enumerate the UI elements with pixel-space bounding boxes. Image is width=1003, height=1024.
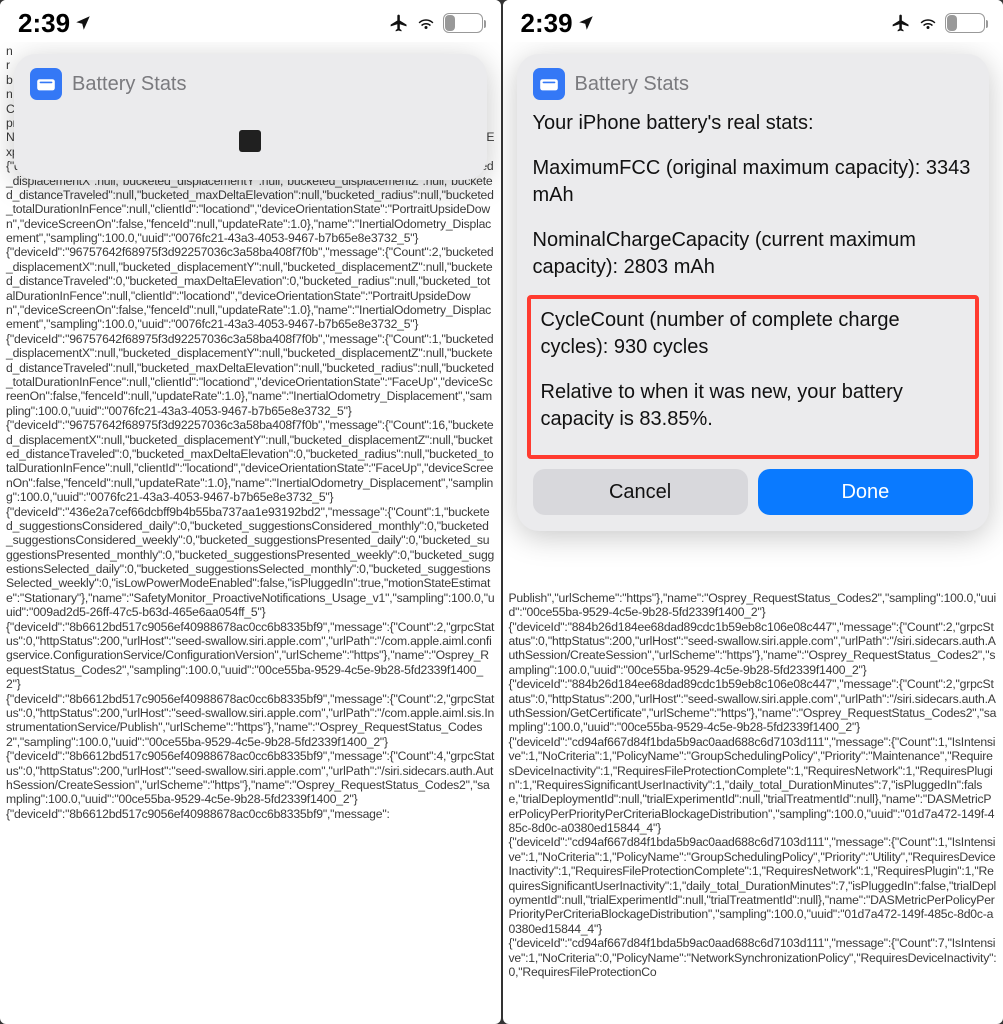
- status-time: 2:39: [521, 8, 573, 39]
- wifi-icon: [415, 14, 437, 32]
- popup-title: Battery Stats: [575, 73, 690, 96]
- battery-percent: 30: [444, 16, 482, 30]
- shortcut-popup: Battery Stats Your iPhone battery's real…: [517, 54, 990, 531]
- battery-icon: 30: [443, 13, 483, 33]
- shortcut-popup: Battery Stats: [14, 54, 487, 180]
- highlight-annotation: CycleCount (number of complete charge cy…: [527, 295, 980, 459]
- shortcut-icon: [30, 68, 62, 100]
- popup-body: Your iPhone battery's real stats: Maximu…: [533, 110, 974, 459]
- wifi-icon: [917, 14, 939, 32]
- status-bar: 2:39 30: [0, 0, 501, 42]
- done-button[interactable]: Done: [758, 469, 973, 515]
- popup-loading-area: [30, 110, 471, 164]
- result-maxfcc: MaximumFCC (original maximum capacity): …: [533, 155, 974, 209]
- result-nominal: NominalChargeCapacity (current maximum c…: [533, 227, 974, 281]
- result-relative: Relative to when it was new, your batter…: [541, 379, 966, 433]
- cancel-button[interactable]: Cancel: [533, 469, 748, 515]
- battery-percent: 29: [946, 16, 984, 30]
- status-bar: 2:39 29: [503, 0, 1003, 42]
- location-icon: [74, 14, 92, 32]
- shortcut-icon: [533, 68, 565, 100]
- stop-button[interactable]: [239, 130, 261, 152]
- location-icon: [577, 14, 595, 32]
- status-time: 2:39: [18, 8, 70, 39]
- result-intro: Your iPhone battery's real stats:: [533, 110, 974, 137]
- popup-title: Battery Stats: [72, 73, 187, 96]
- left-phone: 2:39 30 n r b n Carr productSku":"HN/A",…: [0, 0, 501, 1024]
- battery-icon: 29: [945, 13, 985, 33]
- airplane-mode-icon: [891, 13, 911, 33]
- right-phone: 2:39 29: [503, 0, 1003, 1024]
- airplane-mode-icon: [389, 13, 409, 33]
- result-cyclecount: CycleCount (number of complete charge cy…: [541, 307, 966, 361]
